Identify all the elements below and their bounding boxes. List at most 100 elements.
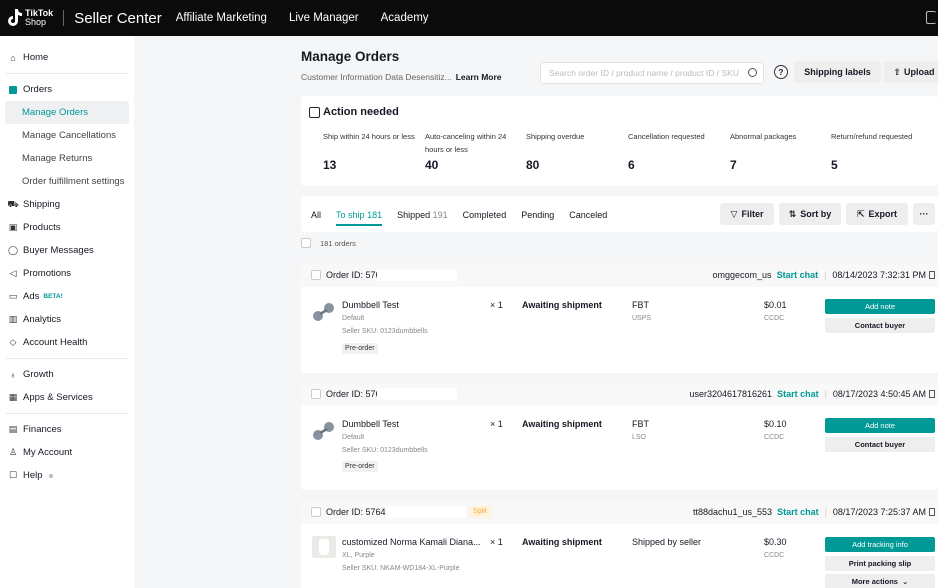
nav-live-manager[interactable]: Live Manager [289,12,359,24]
sort-icon: ⇅ [788,208,797,219]
sidebar-item-promotions[interactable]: ◁ Promotions [0,262,134,285]
sidebar-item-order-fulfillment-settings[interactable]: Order fulfillment settings [0,170,134,193]
flag-icon[interactable] [929,390,935,398]
seller-sku: Seller SKU: 0123dumbbells [342,447,428,454]
metric-shipping-overdue[interactable]: Shipping overdue 80 [526,130,621,172]
contact-buyer-button[interactable]: Contact buyer [825,318,935,333]
order-checkbox[interactable] [311,389,321,399]
tiktok-shop-logo[interactable]: TikTok Shop [6,8,53,28]
order-price: $0.01 [764,300,787,310]
sidebar-item-manage-orders[interactable]: Manage Orders [5,101,129,124]
sidebar-item-products[interactable]: ▣ Products [0,216,134,239]
orders-count-row: 181 orders [301,238,356,248]
document-icon[interactable] [926,11,936,24]
export-button[interactable]: ⇱ Export [846,203,908,225]
order-date: 08/17/2023 7:25:37 AM [832,507,926,517]
product-variant: Default [342,315,365,322]
order-card: Order ID: 57647 user3204617816261 Start … [301,382,938,490]
product-name[interactable]: customized Norma Kamali Diana... [342,537,481,547]
sidebar-item-help[interactable]: ☐ Help [0,464,134,487]
filter-button[interactable]: ▽ Filter [720,203,774,225]
calendar-icon [309,107,320,118]
product-variant: Default [342,434,365,441]
dress-thumbnail [312,536,336,558]
truck-icon: ⛟ [7,198,19,209]
sidebar-item-my-account[interactable]: ♙ My Account [0,441,134,464]
product-name[interactable]: Dumbbell Test [342,419,399,429]
select-all-checkbox[interactable] [301,238,311,248]
page-title: Manage Orders [301,49,400,64]
tab-pending[interactable]: Pending [521,210,554,226]
sidebar-item-growth[interactable]: ♁ Growth [0,363,134,386]
tab-shipped[interactable]: Shipped 191 [397,210,448,226]
order-card: Order ID: 57647 Split tt88dachu1_us_553 … [301,500,938,588]
order-id[interactable]: Order ID: 57647 [326,507,391,517]
tab-to-ship[interactable]: To ship 181 [336,210,383,226]
sidebar-item-home[interactable]: ⌂ Home [0,46,134,69]
buyer-name[interactable]: tt88dachu1_us_553 [693,507,772,517]
contact-buyer-button[interactable]: Contact buyer [825,437,935,452]
print-packing-slip-button[interactable]: Print packing slip [825,556,935,571]
sidebar-item-finances[interactable]: ▤ Finances [0,418,134,441]
start-chat-link[interactable]: Start chat [777,507,819,517]
quantity: × 1 [490,419,503,429]
metric-cancellation-requested[interactable]: Cancellation requested 6 [628,130,723,172]
sidebar-item-apps-services[interactable]: ▦ Apps & Services [0,386,134,409]
divider [6,358,128,359]
tab-all[interactable]: All [311,210,321,226]
order-status: Awaiting shipment [522,537,602,547]
order-header: Order ID: 57647 Split tt88dachu1_us_553 … [301,500,938,524]
sort-by-button[interactable]: ⇅ Sort by [779,203,841,225]
sidebar-item-account-health[interactable]: ◇ Account Health [0,331,134,354]
help-icon[interactable]: ? [774,65,788,79]
beta-badge: BETA! [43,293,63,300]
ads-icon: ▭ [8,291,18,301]
carrier: LSO [632,434,647,441]
seller-sku: Seller SKU: 0123dumbbells [342,328,428,335]
upload-button[interactable]: ⇧ Upload [884,61,938,83]
sidebar-item-orders[interactable]: Orders [0,78,134,101]
tab-completed[interactable]: Completed [463,210,507,226]
sidebar-item-shipping[interactable]: ⛟ Shipping [0,193,134,216]
sidebar-item-label: Account Health [23,337,88,348]
shipping-labels-button[interactable]: Shipping labels [794,61,881,83]
nav-academy[interactable]: Academy [381,12,429,24]
shipping-method: FBT [632,419,649,429]
sidebar-item-label: Orders [23,84,53,95]
start-chat-link[interactable]: Start chat [777,270,819,280]
learn-more-link[interactable]: Learn More [456,72,502,82]
tab-canceled[interactable]: Canceled [569,210,607,226]
apps-icon: ▦ [8,392,18,402]
sidebar-item-analytics[interactable]: ▥ Analytics [0,308,134,331]
sidebar-item-manage-returns[interactable]: Manage Returns [0,147,134,170]
more-options-button[interactable]: ··· [913,203,935,225]
divider: | [824,507,827,517]
sidebar-item-ads[interactable]: ▭ Ads BETA! [0,285,134,308]
home-icon: ⌂ [10,52,16,63]
add-note-button[interactable]: Add note [825,299,935,314]
metric-abnormal-packages[interactable]: Abnormal packages 7 [730,130,825,172]
flag-icon[interactable] [929,508,935,516]
start-chat-link[interactable]: Start chat [777,389,819,399]
currency: CCDC [764,434,785,441]
buyer-name[interactable]: user3204617816261 [689,389,772,399]
order-checkbox[interactable] [311,270,321,280]
sidebar-item-label: My Account [23,447,73,458]
add-note-button[interactable]: Add note [825,418,935,433]
nav-affiliate-marketing[interactable]: Affiliate Marketing [176,12,267,24]
metric-auto-canceling[interactable]: Auto-canceling within 24 hours or less 4… [425,130,520,172]
flag-icon[interactable] [929,271,935,279]
metric-ship-within-24h[interactable]: Ship within 24 hours or less 13 [323,130,418,172]
notification-dot [48,473,53,478]
add-tracking-info-button[interactable]: Add tracking info [825,537,935,552]
metric-return-refund-requested[interactable]: Return/refund requested 5 [831,130,931,172]
order-checkbox[interactable] [311,507,321,517]
search-icon[interactable] [748,68,757,77]
buyer-name[interactable]: omggecom_us [713,270,772,280]
product-name[interactable]: Dumbbell Test [342,300,399,310]
sidebar-item-buyer-messages[interactable]: ◯ Buyer Messages [0,239,134,262]
search-input[interactable]: Search order ID / product name / product… [540,62,764,84]
sidebar-item-manage-cancellations[interactable]: Manage Cancellations [0,124,134,147]
more-actions-button[interactable]: More actions ⌄ [825,574,935,588]
tiktok-logo-icon [8,9,22,26]
